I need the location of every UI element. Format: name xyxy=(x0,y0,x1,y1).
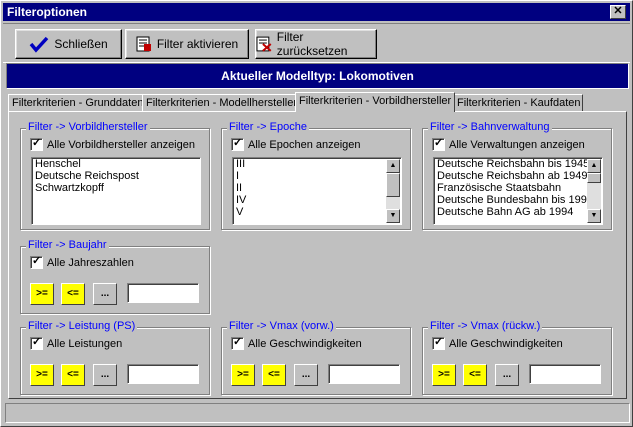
group-title: Filter -> Vorbildhersteller xyxy=(26,121,150,133)
list-item[interactable]: Deutsche Bahn AG ab 1994 xyxy=(434,206,602,218)
all-years-checkbox[interactable]: Alle Jahreszahlen xyxy=(30,254,134,269)
group-baujahr: Filter -> Baujahr Alle Jahreszahlen >= <… xyxy=(20,239,210,314)
group-vmax-backward: Filter -> Vmax (rückw.) Alle Geschwindig… xyxy=(422,320,612,395)
group-title: Filter -> Vmax (rückw.) xyxy=(428,320,543,332)
list-item[interactable]: Französische Staatsbahn xyxy=(434,182,602,194)
list-item[interactable]: Deutsche Reichspost xyxy=(32,170,200,182)
all-speeds-backward-checkbox[interactable]: Alle Geschwindigkeiten xyxy=(432,335,563,350)
list-item[interactable]: Henschel xyxy=(32,158,200,170)
scroll-down-button[interactable]: ▼ xyxy=(587,209,601,223)
tab-modellhersteller[interactable]: Filterkriterien - Modellhersteller xyxy=(142,94,297,111)
group-vorbildhersteller: Filter -> Vorbildhersteller Alle Vorbild… xyxy=(20,121,210,230)
list-item[interactable]: III xyxy=(233,158,401,170)
scroll-up-button[interactable]: ▲ xyxy=(587,159,601,173)
list-item[interactable]: Deutsche Reichsbahn bis 1945 xyxy=(434,158,602,170)
list-item[interactable]: II xyxy=(233,182,401,194)
range-button[interactable]: ... xyxy=(93,283,117,305)
window-title: Filteroptionen xyxy=(7,5,87,19)
less-equal-button[interactable]: <= xyxy=(463,364,487,386)
range-button[interactable]: ... xyxy=(294,364,318,386)
greater-equal-button[interactable]: >= xyxy=(30,283,54,305)
title-bar: Filteroptionen ✕ xyxy=(3,3,630,21)
checkbox-box xyxy=(30,136,43,151)
year-value-input[interactable] xyxy=(127,283,199,303)
list-item[interactable]: Deutsche Reichsbahn ab 1949 xyxy=(434,170,602,182)
group-title: Filter -> Baujahr xyxy=(26,239,109,251)
close-window-button[interactable]: ✕ xyxy=(610,5,626,19)
less-equal-button[interactable]: <= xyxy=(61,283,85,305)
range-button[interactable]: ... xyxy=(93,364,117,386)
arrow-up-icon: ▲ xyxy=(590,162,598,169)
arrow-down-icon: ▼ xyxy=(389,212,397,219)
arrow-down-icon: ▼ xyxy=(590,212,598,219)
activate-filter-button[interactable]: Filter aktivieren xyxy=(125,29,249,59)
filter-reset-icon xyxy=(256,36,272,52)
all-epochs-checkbox[interactable]: Alle Epochen anzeigen xyxy=(231,136,361,151)
group-leistung: Filter -> Leistung (PS) Alle Leistungen … xyxy=(20,320,210,395)
filter-icon xyxy=(136,36,151,52)
scroll-down-button[interactable]: ▼ xyxy=(386,209,400,223)
all-administrations-checkbox[interactable]: Alle Verwaltungen anzeigen xyxy=(432,136,585,151)
less-equal-button[interactable]: <= xyxy=(61,364,85,386)
reset-filter-label: Filter zurücksetzen xyxy=(276,30,348,58)
list-item[interactable]: V xyxy=(233,206,401,218)
greater-equal-button[interactable]: >= xyxy=(231,364,255,386)
model-type-banner: Aktueller Modelltyp: Lokomotiven xyxy=(6,63,629,89)
reset-filter-button[interactable]: Filter zurücksetzen xyxy=(255,29,377,59)
group-epoche: Filter -> Epoche Alle Epochen anzeigen I… xyxy=(221,121,411,230)
list-item[interactable]: IV xyxy=(233,194,401,206)
group-vmax-forward: Filter -> Vmax (vorw.) Alle Geschwindigk… xyxy=(221,320,411,395)
epoch-scrollbar[interactable]: ▲ ▼ xyxy=(386,159,400,223)
vmax-forward-input[interactable] xyxy=(328,364,400,384)
list-item[interactable]: Deutsche Bundesbahn bis 1994 xyxy=(434,194,602,206)
scroll-thumb[interactable] xyxy=(587,173,601,183)
epoch-list[interactable]: III I II IV V ▲ ▼ xyxy=(232,157,402,225)
scroll-thumb[interactable] xyxy=(386,173,400,197)
checkbox-box xyxy=(30,335,43,350)
vmax-backward-input[interactable] xyxy=(529,364,601,384)
tab-kaufdaten[interactable]: Filterkriterien - Kaufdaten xyxy=(453,94,583,111)
tab-grunddaten[interactable]: Filterkriterien - Grunddaten xyxy=(8,94,144,111)
arrow-up-icon: ▲ xyxy=(389,162,397,169)
all-manufacturers-checkbox[interactable]: Alle Vorbildhersteller anzeigen xyxy=(30,136,195,151)
range-button[interactable]: ... xyxy=(495,364,519,386)
list-item[interactable]: Schwartzkopff xyxy=(32,182,200,194)
activate-filter-label: Filter aktivieren xyxy=(156,37,239,51)
checkbox-box xyxy=(231,136,244,151)
status-bar xyxy=(5,403,630,423)
all-power-checkbox[interactable]: Alle Leistungen xyxy=(30,335,122,350)
administration-scrollbar[interactable]: ▲ ▼ xyxy=(587,159,601,223)
toolbar: Schließen Filter aktivieren Filter zurüc… xyxy=(3,23,630,63)
scroll-up-button[interactable]: ▲ xyxy=(386,159,400,173)
group-title: Filter -> Bahnverwaltung xyxy=(428,121,552,133)
checkbox-box xyxy=(432,335,445,350)
close-button-label: Schließen xyxy=(54,37,108,51)
administration-list[interactable]: Deutsche Reichsbahn bis 1945 Deutsche Re… xyxy=(433,157,603,225)
checkbox-box xyxy=(231,335,244,350)
greater-equal-button[interactable]: >= xyxy=(432,364,456,386)
group-bahnverwaltung: Filter -> Bahnverwaltung Alle Verwaltung… xyxy=(422,121,612,230)
group-title: Filter -> Epoche xyxy=(227,121,309,133)
tab-vorbildhersteller[interactable]: Filterkriterien - Vorbildhersteller xyxy=(295,92,455,112)
all-speeds-forward-checkbox[interactable]: Alle Geschwindigkeiten xyxy=(231,335,362,350)
greater-equal-button[interactable]: >= xyxy=(30,364,54,386)
list-item[interactable]: I xyxy=(233,170,401,182)
filter-options-window: Filteroptionen ✕ Schließen Filter aktivi… xyxy=(0,0,633,427)
less-equal-button[interactable]: <= xyxy=(262,364,286,386)
checkmark-icon xyxy=(29,36,49,53)
power-value-input[interactable] xyxy=(127,364,199,384)
manufacturer-list[interactable]: Henschel Deutsche Reichspost Schwartzkop… xyxy=(31,157,201,225)
group-title: Filter -> Leistung (PS) xyxy=(26,320,138,332)
checkbox-box xyxy=(30,254,43,269)
group-title: Filter -> Vmax (vorw.) xyxy=(227,320,336,332)
checkbox-box xyxy=(432,136,445,151)
tab-panel: Filter -> Vorbildhersteller Alle Vorbild… xyxy=(8,111,627,399)
close-icon: ✕ xyxy=(613,5,623,17)
close-button[interactable]: Schließen xyxy=(15,29,122,59)
